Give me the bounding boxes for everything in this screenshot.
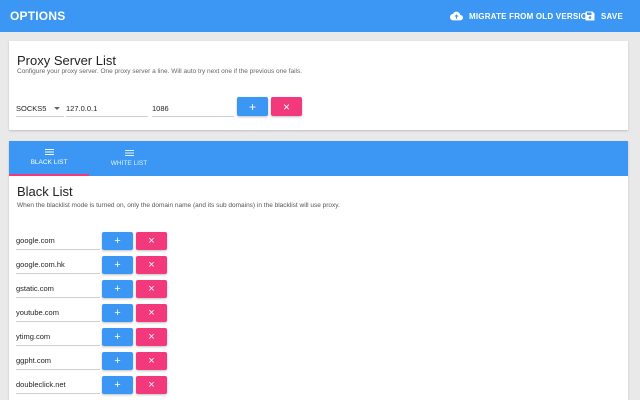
plus-icon: + <box>114 379 121 391</box>
domain-input-ytimg-com[interactable]: ytimg.com <box>16 329 100 346</box>
add-domain-button[interactable]: + <box>102 352 133 370</box>
domain-input-youtube-com[interactable]: youtube.com <box>16 305 100 322</box>
remove-domain-button[interactable]: × <box>136 280 167 298</box>
proxy-port-value: 1086 <box>152 104 169 113</box>
plus-icon: + <box>114 355 121 367</box>
close-icon: × <box>282 99 290 114</box>
tab-white-list[interactable]: WHITE LIST <box>89 141 169 176</box>
remove-proxy-button[interactable]: × <box>271 97 302 116</box>
dropdown-caret-icon <box>54 107 60 110</box>
migrate-label: MIGRATE FROM OLD VERSION <box>469 11 594 21</box>
domain-input-google-com-hk[interactable]: google.com.hk <box>16 257 100 274</box>
close-icon: × <box>148 355 155 367</box>
domain-input-ggpht-com[interactable]: ggpht.com <box>16 353 100 370</box>
cloud-upload-icon <box>450 11 463 21</box>
plus-icon: + <box>114 259 121 271</box>
proxy-section-title: Proxy Server List <box>17 53 116 68</box>
proxy-host-input[interactable]: 127.0.0.1 <box>66 103 148 117</box>
remove-domain-button[interactable]: × <box>136 376 167 394</box>
add-domain-button[interactable]: + <box>102 280 133 298</box>
list-icon <box>124 150 134 156</box>
add-domain-button[interactable]: + <box>102 376 133 394</box>
add-proxy-button[interactable]: + <box>237 97 268 116</box>
plus-icon: + <box>114 235 121 247</box>
plus-icon: + <box>114 283 121 295</box>
close-icon: × <box>148 379 155 391</box>
close-icon: × <box>148 283 155 295</box>
close-icon: × <box>148 331 155 343</box>
close-icon: × <box>148 307 155 319</box>
proxy-type-value: SOCKS5 <box>16 104 47 113</box>
tab-black-list[interactable]: BLACK LIST <box>9 141 89 176</box>
add-domain-button[interactable]: + <box>102 256 133 274</box>
add-domain-button[interactable]: + <box>102 232 133 250</box>
save-button[interactable]: SAVE <box>585 0 623 32</box>
remove-domain-button[interactable]: × <box>136 352 167 370</box>
domain-input-doubleclick-net[interactable]: doubleclick.net <box>16 377 100 394</box>
remove-domain-button[interactable]: × <box>136 328 167 346</box>
save-icon <box>585 11 595 21</box>
migrate-button[interactable]: MIGRATE FROM OLD VERSION <box>450 0 593 32</box>
close-icon: × <box>148 259 155 271</box>
proxy-type-select[interactable]: SOCKS5 <box>16 103 64 117</box>
blacklist-description: When the blacklist mode is turned on, on… <box>17 202 340 209</box>
blacklist-title: Black List <box>17 184 73 199</box>
remove-domain-button[interactable]: × <box>136 232 167 250</box>
add-domain-button[interactable]: + <box>102 304 133 322</box>
list-tabs: BLACK LIST WHITE LIST <box>9 141 628 176</box>
proxy-section-description: Configure your proxy server. One proxy s… <box>17 68 303 75</box>
proxy-host-value: 127.0.0.1 <box>66 104 98 113</box>
plus-icon: + <box>114 331 121 343</box>
domain-input-gstatic-com[interactable]: gstatic.com <box>16 281 100 298</box>
top-app-bar: OPTIONS MIGRATE FROM OLD VERSION SAVE <box>0 0 640 32</box>
page-title: OPTIONS <box>10 9 66 23</box>
domain-input-google-com[interactable]: google.com <box>16 233 100 250</box>
remove-domain-button[interactable]: × <box>136 304 167 322</box>
proxy-port-input[interactable]: 1086 <box>152 103 234 117</box>
plus-icon: + <box>114 307 121 319</box>
tab-black-list-label: BLACK LIST <box>30 159 68 166</box>
close-icon: × <box>148 235 155 247</box>
plus-icon: + <box>248 99 256 114</box>
remove-domain-button[interactable]: × <box>136 256 167 274</box>
tab-white-list-label: WHITE LIST <box>110 160 148 167</box>
list-icon <box>44 149 54 155</box>
add-domain-button[interactable]: + <box>102 328 133 346</box>
save-label: SAVE <box>601 11 623 21</box>
